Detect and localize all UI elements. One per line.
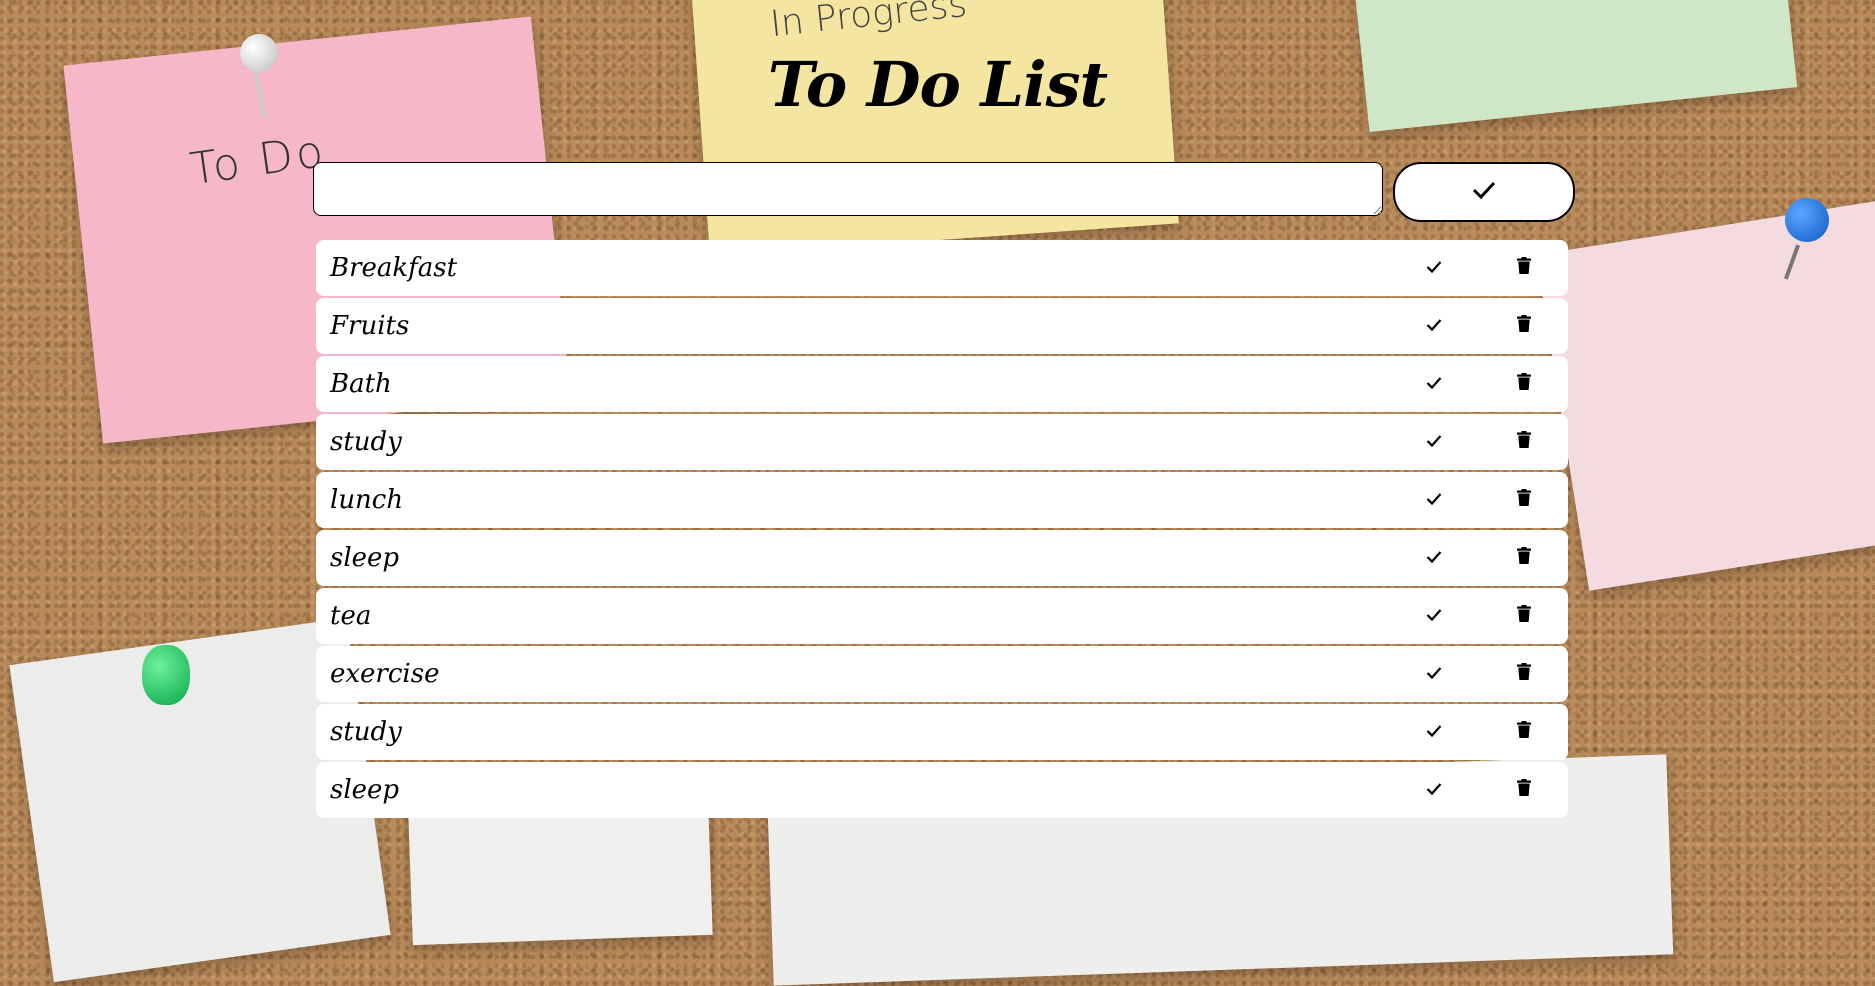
todo-item: study	[316, 414, 1568, 470]
check-icon	[1426, 433, 1442, 452]
yellow-sticky-note	[691, 0, 1179, 257]
delete-todo-button[interactable]	[1513, 604, 1535, 626]
todo-item: Fruits	[316, 298, 1568, 354]
todo-item-label: sleep	[330, 543, 400, 573]
todo-item: study	[316, 704, 1568, 760]
add-todo-button[interactable]	[1393, 162, 1575, 222]
complete-todo-button[interactable]	[1423, 432, 1445, 452]
todo-item: Bath	[316, 356, 1568, 412]
delete-todo-button[interactable]	[1513, 662, 1535, 684]
todo-item: exercise	[316, 646, 1568, 702]
todo-item-label: Fruits	[330, 311, 410, 341]
check-icon	[1472, 180, 1496, 204]
todo-item: tea	[316, 588, 1568, 644]
check-icon	[1426, 375, 1442, 394]
complete-todo-button[interactable]	[1423, 664, 1445, 684]
trash-icon	[1517, 488, 1531, 510]
check-icon	[1426, 317, 1442, 336]
complete-todo-button[interactable]	[1423, 780, 1445, 800]
complete-todo-button[interactable]	[1423, 548, 1445, 568]
todo-item-label: Bath	[330, 369, 392, 399]
todo-item: lunch	[316, 472, 1568, 528]
todo-item-label: Breakfast	[330, 253, 458, 283]
todo-input[interactable]	[313, 162, 1383, 216]
delete-todo-button[interactable]	[1513, 778, 1535, 800]
todo-item: sleep	[316, 530, 1568, 586]
complete-todo-button[interactable]	[1423, 316, 1445, 336]
todo-item-label: study	[330, 427, 402, 457]
todo-list: Breakfast Fruits Bath study lunch sleep tea exe…	[316, 240, 1568, 820]
todo-item-label: tea	[330, 601, 372, 631]
trash-icon	[1517, 546, 1531, 568]
check-icon	[1426, 607, 1442, 626]
todo-item-label: lunch	[330, 485, 404, 515]
check-icon	[1426, 491, 1442, 510]
delete-todo-button[interactable]	[1513, 488, 1535, 510]
delete-todo-button[interactable]	[1513, 430, 1535, 452]
trash-icon	[1517, 662, 1531, 684]
delete-todo-button[interactable]	[1513, 720, 1535, 742]
trash-icon	[1517, 430, 1531, 452]
delete-todo-button[interactable]	[1513, 546, 1535, 568]
delete-todo-button[interactable]	[1513, 256, 1535, 278]
green-pushpin-icon	[142, 645, 190, 705]
check-icon	[1426, 723, 1442, 742]
trash-icon	[1517, 372, 1531, 394]
check-icon	[1426, 549, 1442, 568]
trash-icon	[1517, 778, 1531, 800]
delete-todo-button[interactable]	[1513, 314, 1535, 336]
delete-todo-button[interactable]	[1513, 372, 1535, 394]
complete-todo-button[interactable]	[1423, 258, 1445, 278]
complete-todo-button[interactable]	[1423, 374, 1445, 394]
trash-icon	[1517, 256, 1531, 278]
check-icon	[1426, 259, 1442, 278]
todo-item-label: exercise	[330, 659, 440, 689]
note-text-in-progress: In Progress	[768, 0, 969, 46]
pin-stem	[1783, 244, 1801, 280]
check-icon	[1426, 665, 1442, 684]
complete-todo-button[interactable]	[1423, 490, 1445, 510]
complete-todo-button[interactable]	[1423, 606, 1445, 626]
blue-pushpin-icon	[1785, 198, 1829, 242]
page-title: To Do List	[767, 48, 1108, 121]
trash-icon	[1517, 604, 1531, 626]
check-icon	[1426, 781, 1442, 800]
todo-item: sleep	[316, 762, 1568, 818]
complete-todo-button[interactable]	[1423, 722, 1445, 742]
trash-icon	[1517, 720, 1531, 742]
trash-icon	[1517, 314, 1531, 336]
todo-item: Breakfast	[316, 240, 1568, 296]
note-text-todo: To Do	[187, 125, 329, 196]
todo-item-label: sleep	[330, 775, 400, 805]
todo-item-label: study	[330, 717, 402, 747]
light-pink-sticky-note	[1535, 189, 1875, 591]
